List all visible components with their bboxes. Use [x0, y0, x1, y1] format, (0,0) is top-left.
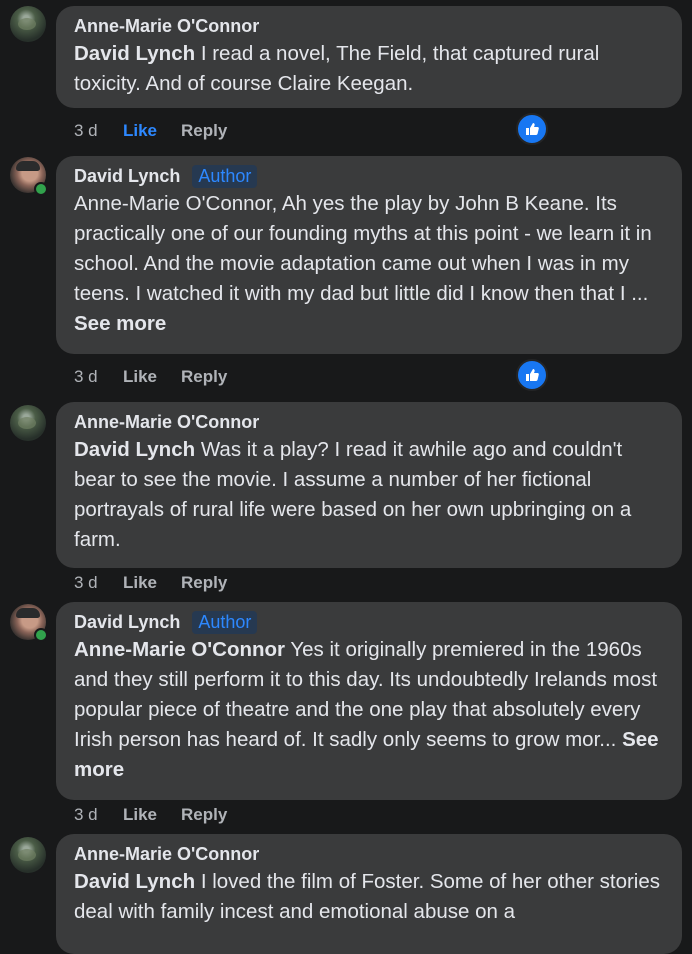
author-badge: Author — [192, 610, 258, 634]
author-name[interactable]: David Lynch — [74, 166, 180, 187]
comment-actions: 3 d Like Reply — [74, 572, 227, 594]
comment-bubble: Anne-Marie O'Connor David Lynch Was it a… — [56, 402, 682, 568]
author-name[interactable]: Anne-Marie O'Connor — [74, 16, 259, 37]
comment-header: David Lynch Author — [74, 164, 666, 188]
comment-bubble: David Lynch Author Anne-Marie O'Connor Y… — [56, 602, 682, 800]
avatar[interactable] — [10, 6, 46, 42]
like-button[interactable]: Like — [123, 121, 181, 141]
mention-link[interactable]: David Lynch — [74, 870, 195, 893]
reply-button[interactable]: Reply — [181, 805, 227, 825]
reply-button[interactable]: Reply — [181, 573, 227, 593]
comment-header: Anne-Marie O'Connor — [74, 15, 666, 37]
mention-link[interactable]: Anne-Marie O'Connor — [74, 638, 285, 661]
author-badge: Author — [192, 164, 258, 188]
author-name[interactable]: Anne-Marie O'Connor — [74, 844, 259, 865]
like-reaction-badge[interactable] — [516, 359, 548, 391]
see-more-link[interactable]: See more — [74, 312, 166, 335]
comment-actions: 3 d Like Reply — [74, 366, 227, 388]
thumbs-up-icon — [526, 369, 539, 381]
comment-text: David Lynch Was it a play? I read it awh… — [74, 435, 666, 555]
comment-body: Anne-Marie O'Connor, Ah yes the play by … — [74, 192, 652, 305]
comment-header: Anne-Marie O'Connor — [74, 411, 666, 433]
avatar[interactable] — [10, 405, 46, 441]
comment-text: David Lynch I read a novel, The Field, t… — [74, 39, 666, 99]
avatar[interactable] — [10, 837, 46, 873]
comment-actions: 3 d Like Reply — [74, 120, 227, 142]
comment-header: David Lynch Author — [74, 610, 666, 634]
comment-bubble: Anne-Marie O'Connor David Lynch I read a… — [56, 6, 682, 108]
author-name[interactable]: Anne-Marie O'Connor — [74, 412, 259, 433]
comment-text: Anne-Marie O'Connor, Ah yes the play by … — [74, 189, 666, 339]
timestamp[interactable]: 3 d — [74, 367, 123, 387]
like-reaction-badge[interactable] — [516, 113, 548, 145]
author-name[interactable]: David Lynch — [74, 612, 180, 633]
reply-button[interactable]: Reply — [181, 121, 227, 141]
thumbs-up-icon — [526, 123, 539, 135]
comment-header: Anne-Marie O'Connor — [74, 843, 666, 865]
timestamp[interactable]: 3 d — [74, 121, 123, 141]
comment-bubble: Anne-Marie O'Connor David Lynch I loved … — [56, 834, 682, 954]
timestamp[interactable]: 3 d — [74, 573, 123, 593]
mention-link[interactable]: David Lynch — [74, 42, 195, 65]
comment-text: David Lynch I loved the film of Foster. … — [74, 867, 666, 927]
reply-button[interactable]: Reply — [181, 367, 227, 387]
timestamp[interactable]: 3 d — [74, 805, 123, 825]
like-button[interactable]: Like — [123, 805, 181, 825]
comment-text: Anne-Marie O'Connor Yes it originally pr… — [74, 635, 666, 785]
online-status-dot — [34, 628, 48, 642]
comment-bubble: David Lynch Author Anne-Marie O'Connor, … — [56, 156, 682, 354]
comment-actions: 3 d Like Reply — [74, 804, 227, 826]
like-button[interactable]: Like — [123, 573, 181, 593]
like-button[interactable]: Like — [123, 367, 181, 387]
mention-link[interactable]: David Lynch — [74, 438, 195, 461]
online-status-dot — [34, 182, 48, 196]
